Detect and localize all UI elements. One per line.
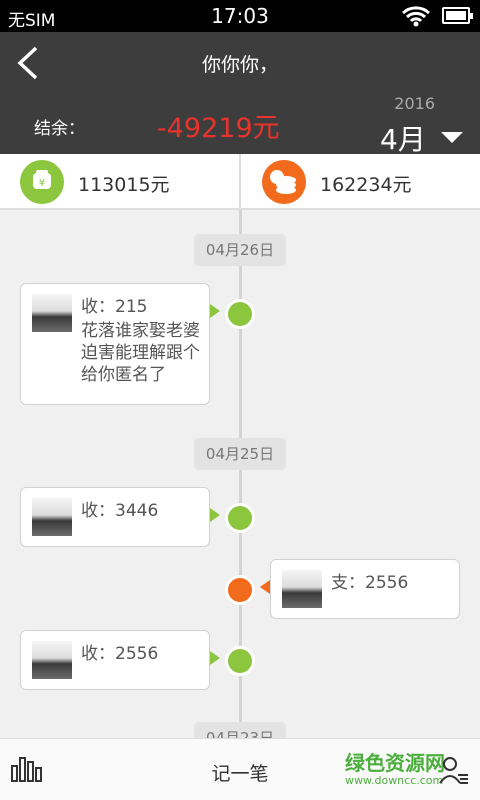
coins-icon (225, 575, 255, 605)
entry-thumbnail (32, 641, 72, 679)
year-label: 2016 (394, 94, 435, 113)
status-bar: 无SIM 17:03 (0, 0, 480, 32)
entry-card[interactable]: 支：2556 (260, 559, 460, 619)
coins-icon (262, 160, 306, 204)
svg-text:¥: ¥ (39, 178, 45, 189)
date-badge: 04月23日 (194, 722, 286, 738)
timeline[interactable]: 04月26日 收：215 花落谁家娶老婆迫害能理解跟个给你匿名了 04月25日 … (0, 210, 480, 738)
entry-memo: 花落谁家娶老婆迫害能理解跟个给你匿名了 (81, 321, 200, 385)
month-selector[interactable]: 4月 (380, 118, 426, 158)
connector-arrow (210, 508, 220, 522)
user-list-icon[interactable] (438, 755, 470, 785)
summary-divider (239, 154, 241, 210)
income-total: 113015元 (78, 174, 170, 196)
expense-total: 162234元 (320, 174, 412, 196)
watermark-url: www.downcc.com (345, 774, 444, 787)
entry-card[interactable]: 收：3446 (20, 487, 220, 547)
watermark-logo: 绿色资源网 (345, 751, 445, 775)
bottom-bar: 记一笔 绿色资源网 www.downcc.com (0, 738, 480, 800)
entry-amount: 支：2556 (331, 573, 409, 593)
entry-card[interactable]: 收：215 花落谁家娶老婆迫害能理解跟个给你匿名了 (20, 283, 220, 405)
date-badge: 04月26日 (194, 234, 286, 266)
entry-thumbnail (282, 570, 322, 608)
app-header: 你你你， 结余： -49219元 2016 4月 (0, 32, 480, 156)
connector-arrow (260, 580, 270, 594)
entry-card[interactable]: 收：2556 (20, 630, 220, 690)
balance-label: 结余： (34, 119, 85, 139)
wifi-icon (402, 6, 430, 27)
entry-amount: 收：2556 (81, 644, 159, 664)
balance-value: -49219元 (157, 113, 280, 144)
summary-bar: ¥ 113015元 162234元 (0, 154, 480, 210)
money-bag-icon (225, 646, 255, 676)
entry-amount: 收：215 (81, 297, 148, 317)
page-title: 你你你， (201, 54, 278, 76)
money-bag-icon (225, 299, 255, 329)
date-badge: 04月25日 (194, 438, 286, 470)
entry-thumbnail (32, 294, 72, 332)
battery-icon (442, 7, 473, 24)
caret-down-icon[interactable] (441, 132, 463, 143)
connector-arrow (210, 304, 220, 318)
entry-amount: 收：3446 (81, 501, 159, 521)
connector-arrow (210, 651, 220, 665)
money-bag-icon: ¥ (20, 160, 64, 204)
entry-thumbnail (32, 498, 72, 536)
money-bag-icon (225, 503, 255, 533)
